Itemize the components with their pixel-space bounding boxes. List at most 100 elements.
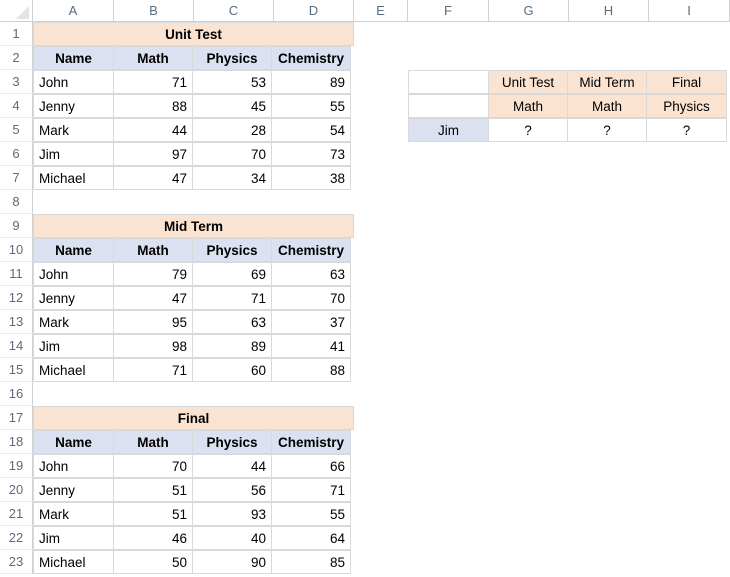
cell-math[interactable]: 51	[113, 502, 193, 526]
cell-chemistry[interactable]: 55	[271, 94, 351, 118]
lookup-value-1[interactable]: ?	[488, 118, 568, 142]
cell-name[interactable]: John	[33, 262, 114, 286]
cell-physics[interactable]: 90	[192, 550, 272, 574]
column-header-e[interactable]: E	[354, 0, 408, 21]
cell-name[interactable]: Michael	[33, 550, 114, 574]
row-header-9[interactable]: 9	[0, 214, 33, 238]
cell-name[interactable]: Jenny	[33, 286, 114, 310]
row-header-17[interactable]: 17	[0, 406, 33, 430]
row-header-11[interactable]: 11	[0, 262, 33, 286]
column-header-a[interactable]: A	[33, 0, 114, 21]
cell-physics[interactable]: 56	[192, 478, 272, 502]
cell-math[interactable]: 97	[113, 142, 193, 166]
lookup-subject-1[interactable]: Math	[488, 94, 568, 118]
cell-math[interactable]: 44	[113, 118, 193, 142]
cell-chemistry[interactable]: 41	[271, 334, 351, 358]
lookup-exam-final[interactable]: Final	[646, 70, 727, 94]
cell-physics[interactable]: 70	[192, 142, 272, 166]
row-header-18[interactable]: 18	[0, 430, 33, 454]
unit-test-title[interactable]: Unit Test	[33, 22, 354, 46]
final-title[interactable]: Final	[33, 406, 354, 430]
column-header-f[interactable]: F	[408, 0, 489, 21]
cell-physics[interactable]: 93	[192, 502, 272, 526]
lookup-exam-mid-term[interactable]: Mid Term	[567, 70, 647, 94]
row-header-20[interactable]: 20	[0, 478, 33, 502]
cell-math[interactable]: 71	[113, 358, 193, 382]
cell-name[interactable]: Jenny	[33, 478, 114, 502]
cell-name[interactable]: Mark	[33, 502, 114, 526]
cell-chemistry[interactable]: 55	[271, 502, 351, 526]
cell-name[interactable]: John	[33, 70, 114, 94]
cell-physics[interactable]: 71	[192, 286, 272, 310]
lookup-corner-mid[interactable]	[408, 94, 489, 118]
cell-math[interactable]: 51	[113, 478, 193, 502]
row-header-2[interactable]: 2	[0, 46, 33, 70]
row-header-1[interactable]: 1	[0, 22, 33, 46]
cell-math[interactable]: 79	[113, 262, 193, 286]
lookup-subject-2[interactable]: Math	[567, 94, 647, 118]
cell-physics[interactable]: 69	[192, 262, 272, 286]
cell-name[interactable]: Mark	[33, 310, 114, 334]
cell-chemistry[interactable]: 73	[271, 142, 351, 166]
cell-chemistry[interactable]: 85	[271, 550, 351, 574]
cell-chemistry[interactable]: 63	[271, 262, 351, 286]
cell-name[interactable]: John	[33, 454, 114, 478]
column-header-c[interactable]: C	[194, 0, 274, 21]
cell-name[interactable]: Jim	[33, 334, 114, 358]
cell-chemistry[interactable]: 89	[271, 70, 351, 94]
cell-physics[interactable]: 34	[192, 166, 272, 190]
unit-test-header-chemistry[interactable]: Chemistry	[271, 46, 351, 70]
cell-name[interactable]: Jim	[33, 526, 114, 550]
cell-physics[interactable]: 44	[192, 454, 272, 478]
row-header-23[interactable]: 23	[0, 550, 33, 574]
column-header-g[interactable]: G	[489, 0, 569, 21]
lookup-value-3[interactable]: ?	[646, 118, 727, 142]
cell-name[interactable]: Michael	[33, 166, 114, 190]
cell-chemistry[interactable]: 88	[271, 358, 351, 382]
cell-math[interactable]: 95	[113, 310, 193, 334]
cell-chemistry[interactable]: 54	[271, 118, 351, 142]
row-header-22[interactable]: 22	[0, 526, 33, 550]
row-header-7[interactable]: 7	[0, 166, 33, 190]
cell-name[interactable]: Jim	[33, 142, 114, 166]
lookup-value-2[interactable]: ?	[567, 118, 647, 142]
final-header-physics[interactable]: Physics	[192, 430, 272, 454]
row-header-3[interactable]: 3	[0, 70, 33, 94]
row-header-6[interactable]: 6	[0, 142, 33, 166]
cell-physics[interactable]: 40	[192, 526, 272, 550]
lookup-exam-unit-test[interactable]: Unit Test	[488, 70, 568, 94]
column-header-i[interactable]: I	[649, 0, 730, 21]
cell-math[interactable]: 70	[113, 454, 193, 478]
row-header-5[interactable]: 5	[0, 118, 33, 142]
cell-math[interactable]: 50	[113, 550, 193, 574]
mid-term-header-chemistry[interactable]: Chemistry	[271, 238, 351, 262]
cell-physics[interactable]: 89	[192, 334, 272, 358]
cell-physics[interactable]: 45	[192, 94, 272, 118]
row-header-16[interactable]: 16	[0, 382, 33, 406]
column-header-b[interactable]: B	[114, 0, 194, 21]
row-header-21[interactable]: 21	[0, 502, 33, 526]
column-header-h[interactable]: H	[569, 0, 649, 21]
row-header-14[interactable]: 14	[0, 334, 33, 358]
row-header-12[interactable]: 12	[0, 286, 33, 310]
cell-math[interactable]: 46	[113, 526, 193, 550]
cell-math[interactable]: 88	[113, 94, 193, 118]
mid-term-header-physics[interactable]: Physics	[192, 238, 272, 262]
unit-test-header-name[interactable]: Name	[33, 46, 114, 70]
unit-test-header-math[interactable]: Math	[113, 46, 193, 70]
cell-name[interactable]: Jenny	[33, 94, 114, 118]
row-header-13[interactable]: 13	[0, 310, 33, 334]
cell-chemistry[interactable]: 70	[271, 286, 351, 310]
final-header-math[interactable]: Math	[113, 430, 193, 454]
column-header-d[interactable]: D	[274, 0, 354, 21]
unit-test-header-physics[interactable]: Physics	[192, 46, 272, 70]
cell-math[interactable]: 71	[113, 70, 193, 94]
final-header-chemistry[interactable]: Chemistry	[271, 430, 351, 454]
row-header-8[interactable]: 8	[0, 190, 33, 214]
lookup-student-name[interactable]: Jim	[408, 118, 489, 142]
cell-name[interactable]: Michael	[33, 358, 114, 382]
lookup-corner-top[interactable]	[408, 70, 489, 94]
final-header-name[interactable]: Name	[33, 430, 114, 454]
cell-physics[interactable]: 63	[192, 310, 272, 334]
select-all-corner[interactable]	[0, 0, 33, 21]
